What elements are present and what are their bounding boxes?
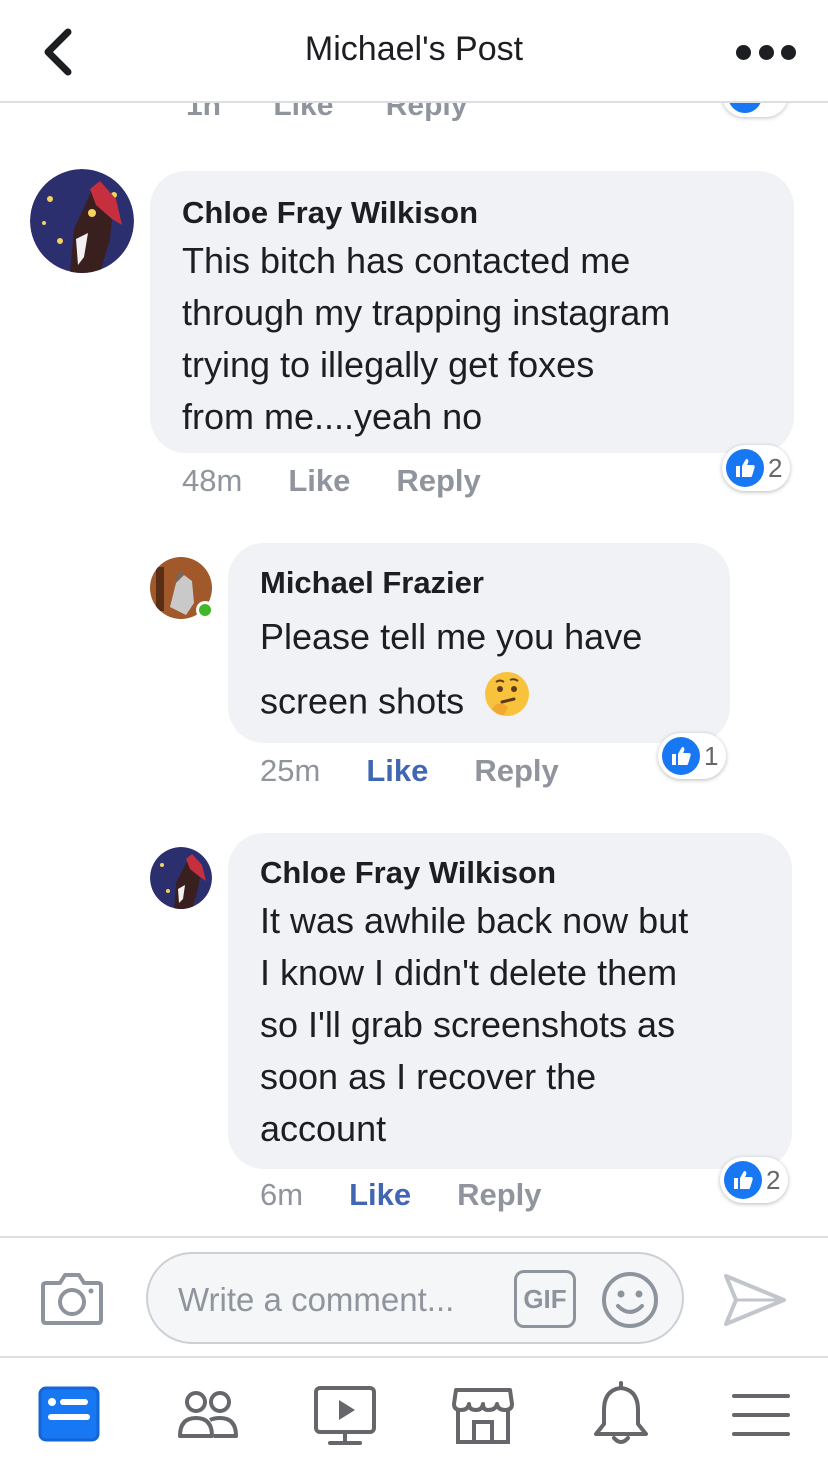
friends-icon	[178, 1391, 238, 1438]
comment-author[interactable]: Chloe Fray Wilkison	[260, 855, 556, 891]
reaction-badge[interactable]	[722, 103, 788, 117]
like-button[interactable]: Like	[288, 463, 350, 499]
reaction-count: 2	[768, 452, 783, 483]
like-button[interactable]: Like	[273, 103, 333, 122]
thinking-face-icon	[485, 672, 530, 716]
comment-text: It was awhile back now but I know I didn…	[260, 895, 688, 1155]
tab-menu[interactable]	[726, 1380, 796, 1450]
like-reaction-icon	[728, 103, 762, 113]
thumbs-up-icon	[726, 449, 764, 487]
thumbs-up-icon	[724, 1161, 762, 1199]
avatar[interactable]	[150, 847, 212, 909]
previous-comment-actions: 1h Like Reply	[186, 103, 511, 123]
comment-bubble[interactable]: Chloe Fray Wilkison It was awhile back n…	[228, 833, 792, 1169]
comment-text: This bitch has contacted me through my t…	[182, 235, 670, 443]
more-dot-icon	[736, 44, 751, 60]
more-dot-icon	[758, 44, 774, 60]
comment-input-container[interactable]: GIF	[146, 1252, 684, 1344]
reaction-badge[interactable]: 1	[658, 733, 727, 779]
notifications-icon	[594, 1381, 648, 1444]
comment-line: It was awhile back now but	[260, 900, 689, 941]
smiley-icon	[602, 1272, 658, 1328]
comment-line-text: screen shots	[260, 680, 465, 722]
more-dot-icon	[781, 44, 796, 60]
comment-composer: GIF	[0, 1236, 828, 1356]
comment-line: through my trapping instagram	[182, 292, 671, 333]
camera-icon	[41, 1273, 103, 1325]
reply-button[interactable]: Reply	[474, 753, 558, 789]
reply-button[interactable]: Reply	[386, 103, 468, 122]
tab-watch[interactable]	[310, 1380, 380, 1450]
watch-icon	[314, 1386, 376, 1445]
gif-button[interactable]: GIF	[514, 1270, 576, 1328]
bottom-tab-bar	[0, 1356, 828, 1470]
comment-time: 25m	[260, 753, 321, 788]
menu-icon	[732, 1394, 790, 1436]
comment-input[interactable]	[178, 1278, 518, 1322]
top-navigation-bar: Michael's Post	[0, 0, 828, 103]
comment-actions: 48m Like Reply	[182, 463, 481, 499]
reaction-count: 2	[766, 1164, 781, 1195]
reply-button[interactable]: Reply	[457, 1177, 541, 1213]
comment-line: trying to illegally get foxes	[182, 344, 595, 385]
tab-notifications[interactable]	[586, 1380, 656, 1450]
like-button[interactable]: Like	[366, 753, 428, 789]
comment-line: I know I didn't delete them	[260, 952, 678, 993]
comment-author[interactable]: Michael Frazier	[260, 565, 484, 601]
comment-line: so I'll grab screenshots as	[260, 1004, 676, 1045]
send-button[interactable]	[722, 1270, 788, 1330]
profile-picture-icon	[150, 847, 212, 909]
more-options-button[interactable]	[736, 38, 796, 66]
comment-author[interactable]: Chloe Fray Wilkison	[182, 195, 478, 231]
comment-actions: 6m Like Reply	[260, 1177, 542, 1213]
reaction-badge[interactable]: 2	[722, 445, 791, 491]
tab-marketplace[interactable]	[448, 1380, 518, 1450]
thinking-face-emoji	[482, 669, 532, 739]
tab-news-feed[interactable]	[34, 1380, 104, 1450]
reply-button[interactable]: Reply	[396, 463, 480, 499]
comments-feed[interactable]: 1h Like Reply Chloe Fray Wilkison This b…	[0, 103, 828, 1235]
marketplace-icon	[452, 1388, 514, 1444]
reaction-badge[interactable]: 2	[720, 1157, 789, 1203]
page-title: Michael's Post	[304, 30, 524, 68]
comment-text: Please tell me you have screen shots	[260, 605, 642, 739]
profile-picture-icon	[30, 169, 134, 273]
send-icon	[724, 1274, 786, 1326]
emoji-button[interactable]	[600, 1270, 660, 1330]
comment-line: Please tell me you have	[260, 616, 643, 657]
like-button[interactable]: Like	[349, 1177, 411, 1213]
comment-bubble[interactable]: Michael Frazier Please tell me you have …	[228, 543, 730, 743]
comment-line: from me....yeah no	[182, 396, 483, 437]
comment-line: account	[260, 1108, 387, 1149]
comment-time: 48m	[182, 463, 243, 498]
comment-bubble[interactable]: Chloe Fray Wilkison This bitch has conta…	[150, 171, 794, 453]
comment-line: soon as I recover the	[260, 1056, 597, 1097]
comment-line: This bitch has contacted me	[182, 240, 631, 281]
avatar[interactable]	[30, 169, 134, 273]
tab-friends[interactable]	[172, 1380, 242, 1450]
comment-time: 1h	[186, 103, 222, 122]
thumbs-up-icon	[662, 737, 700, 775]
news-feed-icon	[38, 1386, 100, 1442]
reaction-count: 1	[704, 740, 719, 771]
comment-actions: 25m Like Reply	[260, 753, 559, 789]
online-status-indicator	[196, 601, 214, 619]
camera-button[interactable]	[40, 1269, 104, 1327]
comment-time: 6m	[260, 1177, 304, 1212]
comment-line: screen shots	[260, 669, 642, 739]
